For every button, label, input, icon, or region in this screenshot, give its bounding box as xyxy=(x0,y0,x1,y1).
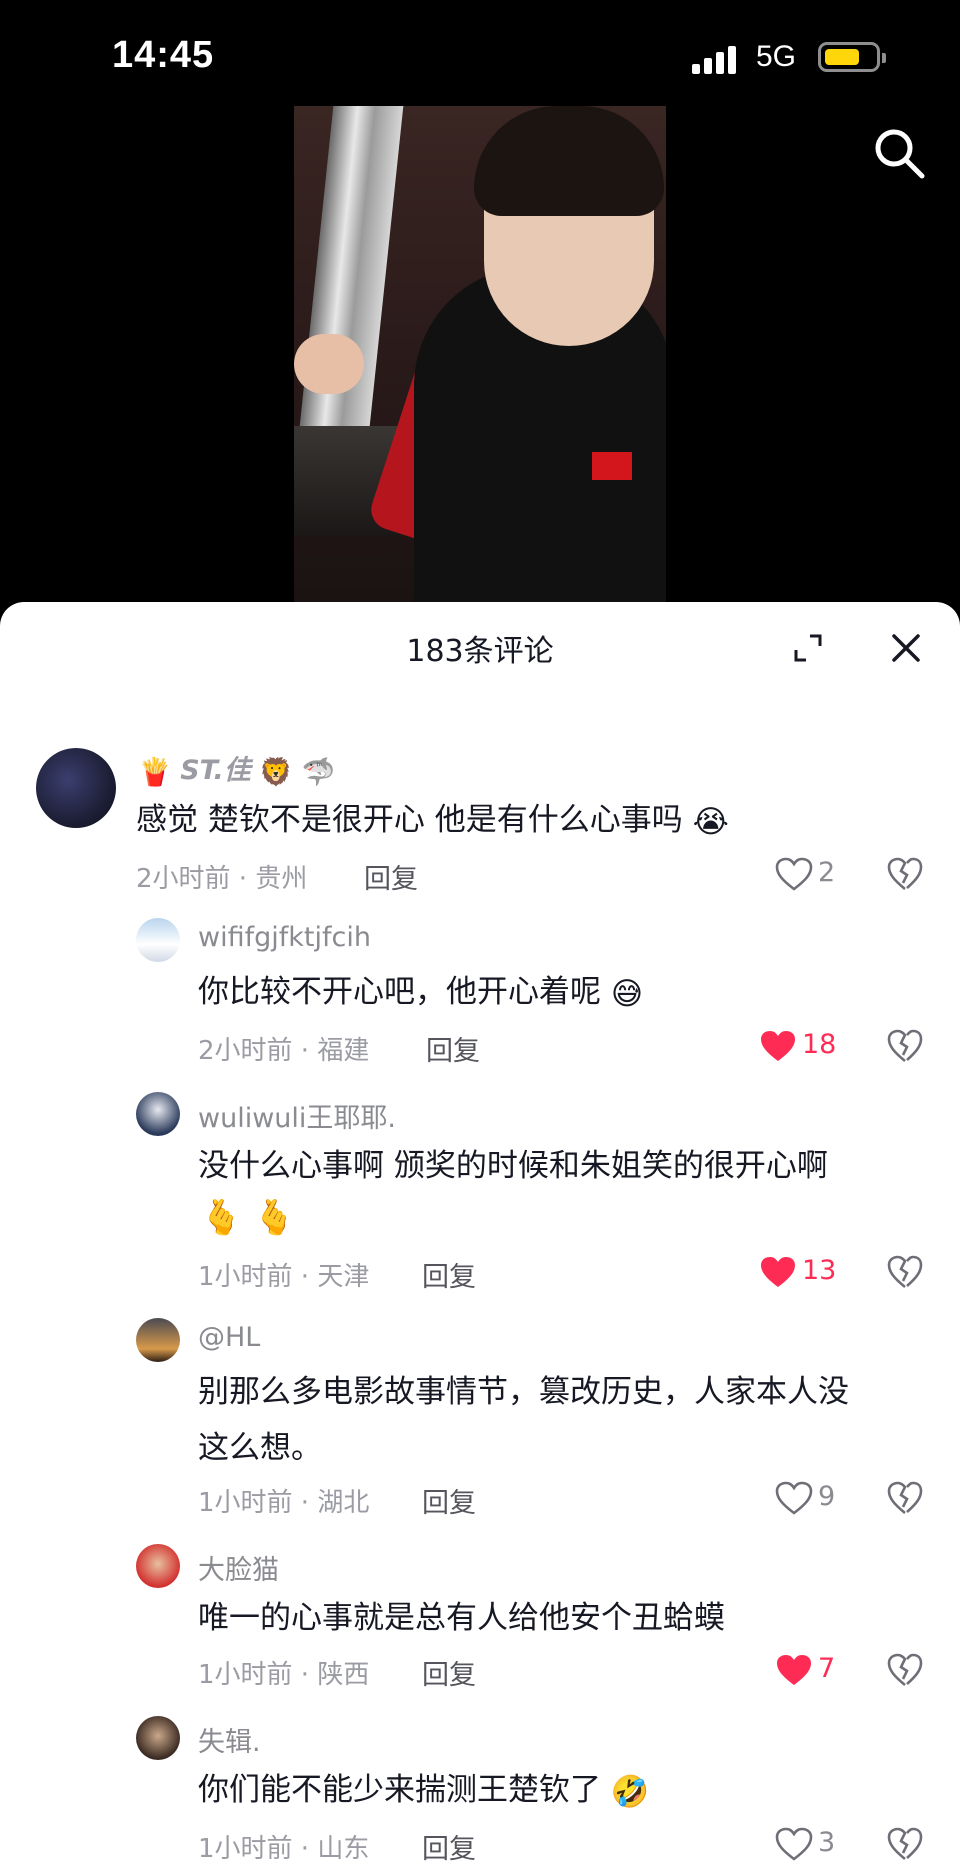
avatar[interactable] xyxy=(136,1092,180,1136)
shark-icon: 🦈 xyxy=(301,756,336,788)
username[interactable]: 失辑. xyxy=(198,1720,261,1759)
heart-icon[interactable] xyxy=(774,1480,814,1516)
finger-heart-icon: 🫰 xyxy=(253,1197,296,1238)
comment-text: 你比较不开心吧，他开心着呢 😅 xyxy=(198,964,643,1022)
heart-icon[interactable] xyxy=(774,856,814,892)
broken-heart-icon[interactable] xyxy=(886,856,924,892)
rolling-laughing-icon: 🤣 xyxy=(610,1773,650,1810)
like-count: 18 xyxy=(802,1029,837,1060)
reply-button[interactable]: 回复 xyxy=(364,857,418,896)
like-count: 2 xyxy=(818,857,836,888)
hair-shape xyxy=(474,106,664,216)
battery-icon xyxy=(818,42,886,72)
comment-meta: 1小时前 · 天津 xyxy=(198,1262,370,1292)
reply-button[interactable]: 回复 xyxy=(422,1255,476,1294)
broken-heart-icon[interactable] xyxy=(886,1480,924,1516)
avatar[interactable] xyxy=(36,748,116,828)
comment-meta: 2小时前 · 贵州 xyxy=(136,864,308,894)
reply-button[interactable]: 回复 xyxy=(422,1653,476,1692)
username[interactable]: wuliwuli王耶耶. xyxy=(198,1096,396,1135)
comment-sheet: 183条评论 🍟 ST.佳 🦁 🦈 感觉 楚钦不是很开心 他是有什么心事吗 😭 … xyxy=(0,602,960,1870)
username[interactable]: 大脸猫 xyxy=(198,1548,279,1587)
signal-icon xyxy=(692,44,742,74)
fries-icon: 🍟 xyxy=(138,756,172,788)
comment-meta: 2小时前 · 福建 xyxy=(198,1036,370,1066)
username-text: ST.佳 xyxy=(180,755,251,786)
comment-meta: 1小时前 · 山东 xyxy=(198,1834,370,1864)
comment-text-content: 你们能不能少来揣测王楚钦了 xyxy=(198,1772,601,1808)
flag-shape xyxy=(592,452,632,480)
lion-icon: 🦁 xyxy=(259,756,293,788)
like-count: 3 xyxy=(818,1827,836,1858)
status-bar: 14:45 5G xyxy=(0,0,960,110)
crying-face-icon: 😭 xyxy=(692,803,729,840)
heart-icon[interactable] xyxy=(774,1826,814,1862)
comment-text-line2: 这么想。 xyxy=(198,1430,322,1466)
like-count: 13 xyxy=(802,1255,837,1286)
comment-meta: 1小时前 · 陕西 xyxy=(198,1660,370,1690)
network-label: 5G xyxy=(756,40,797,73)
avatar[interactable] xyxy=(136,1716,180,1760)
username[interactable]: wififgjfktjfcih xyxy=(198,922,371,953)
reply-button[interactable]: 回复 xyxy=(426,1029,480,1068)
like-count: 9 xyxy=(818,1481,836,1512)
comment-text: 别那么多电影故事情节，篡改历史，人家本人没 xyxy=(198,1374,849,1410)
finger-heart-icon: 🫰 xyxy=(200,1197,243,1238)
username[interactable]: 🍟 ST.佳 🦁 🦈 xyxy=(138,748,335,788)
hand-shape xyxy=(294,334,364,394)
username[interactable]: @HL xyxy=(198,1322,260,1353)
avatar[interactable] xyxy=(136,1318,180,1362)
comment-meta: 1小时前 · 湖北 xyxy=(198,1488,370,1518)
broken-heart-icon[interactable] xyxy=(886,1652,924,1688)
reply-button[interactable]: 回复 xyxy=(422,1481,476,1520)
emoji-row: 🫰 🫰 xyxy=(200,1196,296,1238)
comment-text: 唯一的心事就是总有人给他安个丑蛤蟆 xyxy=(198,1600,725,1636)
comment-text: 你们能不能少来揣测王楚钦了 🤣 xyxy=(198,1762,649,1820)
comment-text: 感觉 楚钦不是很开心 他是有什么心事吗 😭 xyxy=(136,792,729,850)
heart-icon[interactable] xyxy=(774,1652,814,1688)
status-time: 14:45 xyxy=(112,34,215,76)
close-icon[interactable] xyxy=(888,630,924,666)
comment-text: 没什么心事啊 颁奖的时候和朱姐笑的很开心啊 xyxy=(198,1148,828,1184)
video-player[interactable] xyxy=(294,106,666,612)
comment-text-content: 你比较不开心吧，他开心着呢 xyxy=(198,974,601,1010)
like-count: 7 xyxy=(818,1653,836,1684)
avatar[interactable] xyxy=(136,918,180,962)
comment-text-content: 感觉 楚钦不是很开心 他是有什么心事吗 xyxy=(136,802,683,838)
expand-icon[interactable] xyxy=(790,630,826,666)
broken-heart-icon[interactable] xyxy=(886,1254,924,1290)
heart-icon[interactable] xyxy=(758,1254,798,1290)
reply-button[interactable]: 回复 xyxy=(422,1827,476,1866)
avatar[interactable] xyxy=(136,1544,180,1588)
broken-heart-icon[interactable] xyxy=(886,1826,924,1862)
broken-heart-icon[interactable] xyxy=(886,1028,924,1064)
sweat-smile-icon: 😅 xyxy=(610,975,644,1012)
heart-icon[interactable] xyxy=(758,1028,798,1064)
search-icon[interactable] xyxy=(872,126,926,180)
